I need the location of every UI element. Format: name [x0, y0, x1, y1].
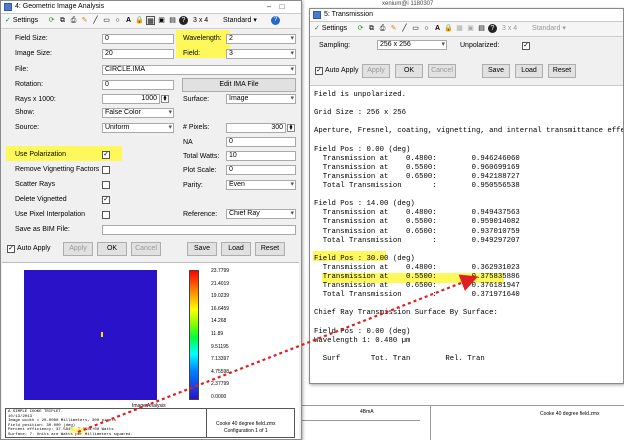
arrow-line — [77, 274, 479, 434]
annotation-arrow — [77, 274, 479, 434]
